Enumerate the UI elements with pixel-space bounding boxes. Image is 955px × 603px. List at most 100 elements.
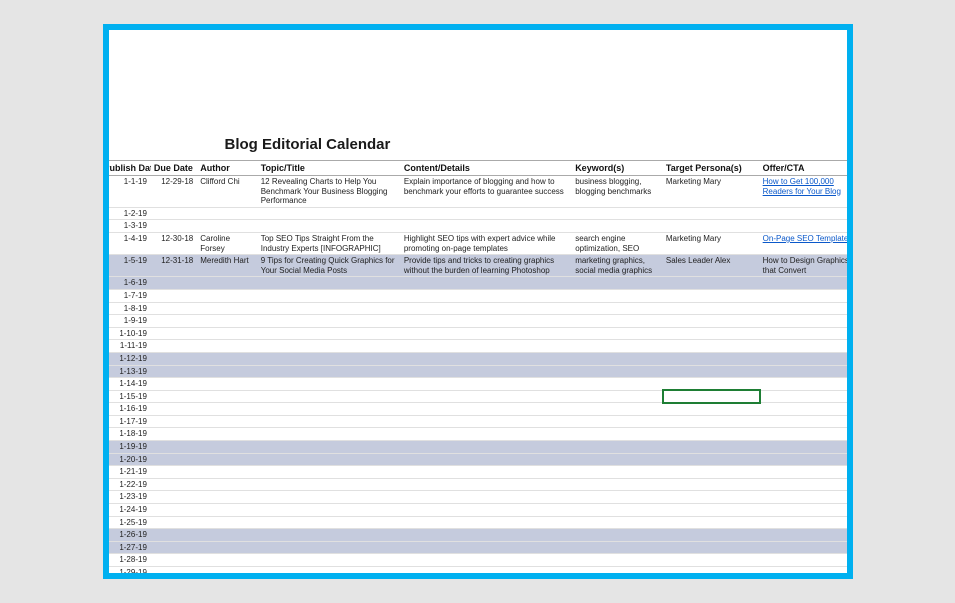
cell-author[interactable] <box>197 554 257 567</box>
cell-publish[interactable]: 1-2-19 <box>109 207 151 220</box>
cell-due[interactable] <box>151 529 197 542</box>
cell-author[interactable] <box>197 365 257 378</box>
cell-keyword[interactable] <box>572 315 663 328</box>
cell-content[interactable]: Explain importance of blogging and how t… <box>401 176 572 208</box>
cell-persona[interactable]: Marketing Mary <box>663 232 760 254</box>
cell-content[interactable] <box>401 516 572 529</box>
cell-persona[interactable] <box>663 441 760 454</box>
cell-keyword[interactable] <box>572 491 663 504</box>
cell-offer[interactable] <box>760 220 847 233</box>
cell-due[interactable] <box>151 453 197 466</box>
cell-publish[interactable]: 1-1-19 <box>109 176 151 208</box>
cell-content[interactable]: Provide tips and tricks to creating grap… <box>401 255 572 277</box>
cell-content[interactable] <box>401 378 572 391</box>
cell-offer[interactable] <box>760 529 847 542</box>
cell-offer[interactable] <box>760 453 847 466</box>
cell-keyword[interactable] <box>572 415 663 428</box>
cell-publish[interactable]: 1-23-19 <box>109 491 151 504</box>
cell-keyword[interactable] <box>572 567 663 574</box>
cell-publish[interactable]: 1-6-19 <box>109 277 151 290</box>
cell-due[interactable] <box>151 504 197 517</box>
cell-topic[interactable] <box>258 352 401 365</box>
cell-author[interactable] <box>197 207 257 220</box>
cell-due[interactable] <box>151 567 197 574</box>
cell-content[interactable] <box>401 567 572 574</box>
cell-due[interactable] <box>151 207 197 220</box>
cell-content[interactable]: Highlight SEO tips with expert advice wh… <box>401 232 572 254</box>
cell-author[interactable] <box>197 541 257 554</box>
cell-keyword[interactable] <box>572 441 663 454</box>
cell-author[interactable] <box>197 289 257 302</box>
cell-due[interactable]: 12-30-18 <box>151 232 197 254</box>
cell-publish[interactable]: 1-9-19 <box>109 315 151 328</box>
cell-keyword[interactable] <box>572 428 663 441</box>
cell-publish[interactable]: 1-10-19 <box>109 327 151 340</box>
cell-content[interactable] <box>401 289 572 302</box>
cell-topic[interactable] <box>258 365 401 378</box>
header-author[interactable]: Author <box>197 161 257 176</box>
cell-due[interactable] <box>151 491 197 504</box>
cell-persona[interactable] <box>663 516 760 529</box>
header-offer[interactable]: Offer/CTA <box>760 161 847 176</box>
cell-keyword[interactable] <box>572 220 663 233</box>
cell-author[interactable] <box>197 504 257 517</box>
cell-author[interactable] <box>197 378 257 391</box>
cell-due[interactable] <box>151 478 197 491</box>
cell-topic[interactable] <box>258 478 401 491</box>
cell-offer[interactable] <box>760 554 847 567</box>
cell-content[interactable] <box>401 541 572 554</box>
cell-offer[interactable] <box>760 541 847 554</box>
cell-due[interactable] <box>151 340 197 353</box>
cell-persona[interactable] <box>663 352 760 365</box>
cell-persona[interactable] <box>663 340 760 353</box>
cell-topic[interactable] <box>258 453 401 466</box>
cell-topic[interactable]: 9 Tips for Creating Quick Graphics for Y… <box>258 255 401 277</box>
cell-content[interactable] <box>401 491 572 504</box>
cell-topic[interactable] <box>258 390 401 403</box>
cell-keyword[interactable] <box>572 516 663 529</box>
cell-persona[interactable] <box>663 491 760 504</box>
cell-publish[interactable]: 1-14-19 <box>109 378 151 391</box>
cell-author[interactable] <box>197 390 257 403</box>
cell-offer[interactable] <box>760 491 847 504</box>
cell-keyword[interactable]: marketing graphics, social media graphic… <box>572 255 663 277</box>
cell-keyword[interactable] <box>572 390 663 403</box>
cell-author[interactable] <box>197 453 257 466</box>
header-topic[interactable]: Topic/Title <box>258 161 401 176</box>
cell-topic[interactable] <box>258 378 401 391</box>
cell-persona[interactable] <box>663 478 760 491</box>
cell-publish[interactable]: 1-26-19 <box>109 529 151 542</box>
cell-author[interactable] <box>197 340 257 353</box>
cell-due[interactable] <box>151 315 197 328</box>
cell-due[interactable] <box>151 428 197 441</box>
cell-persona[interactable] <box>663 554 760 567</box>
cell-due[interactable] <box>151 415 197 428</box>
cell-due[interactable] <box>151 302 197 315</box>
cell-due[interactable] <box>151 516 197 529</box>
cell-author[interactable]: Meredith Hart <box>197 255 257 277</box>
cell-offer[interactable] <box>760 567 847 574</box>
cell-keyword[interactable] <box>572 478 663 491</box>
cell-keyword[interactable] <box>572 277 663 290</box>
cell-offer[interactable] <box>760 315 847 328</box>
cell-due[interactable] <box>151 541 197 554</box>
cell-keyword[interactable] <box>572 207 663 220</box>
cell-publish[interactable]: 1-17-19 <box>109 415 151 428</box>
cell-persona[interactable] <box>663 207 760 220</box>
cell-offer[interactable] <box>760 277 847 290</box>
cell-offer[interactable] <box>760 340 847 353</box>
cell-persona[interactable] <box>663 415 760 428</box>
cell-content[interactable] <box>401 220 572 233</box>
cell-persona[interactable] <box>663 504 760 517</box>
cell-offer[interactable] <box>760 365 847 378</box>
cell-publish[interactable]: 1-29-19 <box>109 567 151 574</box>
cell-content[interactable] <box>401 466 572 479</box>
cell-offer[interactable] <box>760 504 847 517</box>
cell-persona[interactable] <box>663 220 760 233</box>
cell-topic[interactable] <box>258 207 401 220</box>
cell-persona[interactable] <box>663 277 760 290</box>
cell-offer[interactable] <box>760 207 847 220</box>
cell-topic[interactable] <box>258 302 401 315</box>
cell-author[interactable] <box>197 478 257 491</box>
cell-author[interactable] <box>197 466 257 479</box>
